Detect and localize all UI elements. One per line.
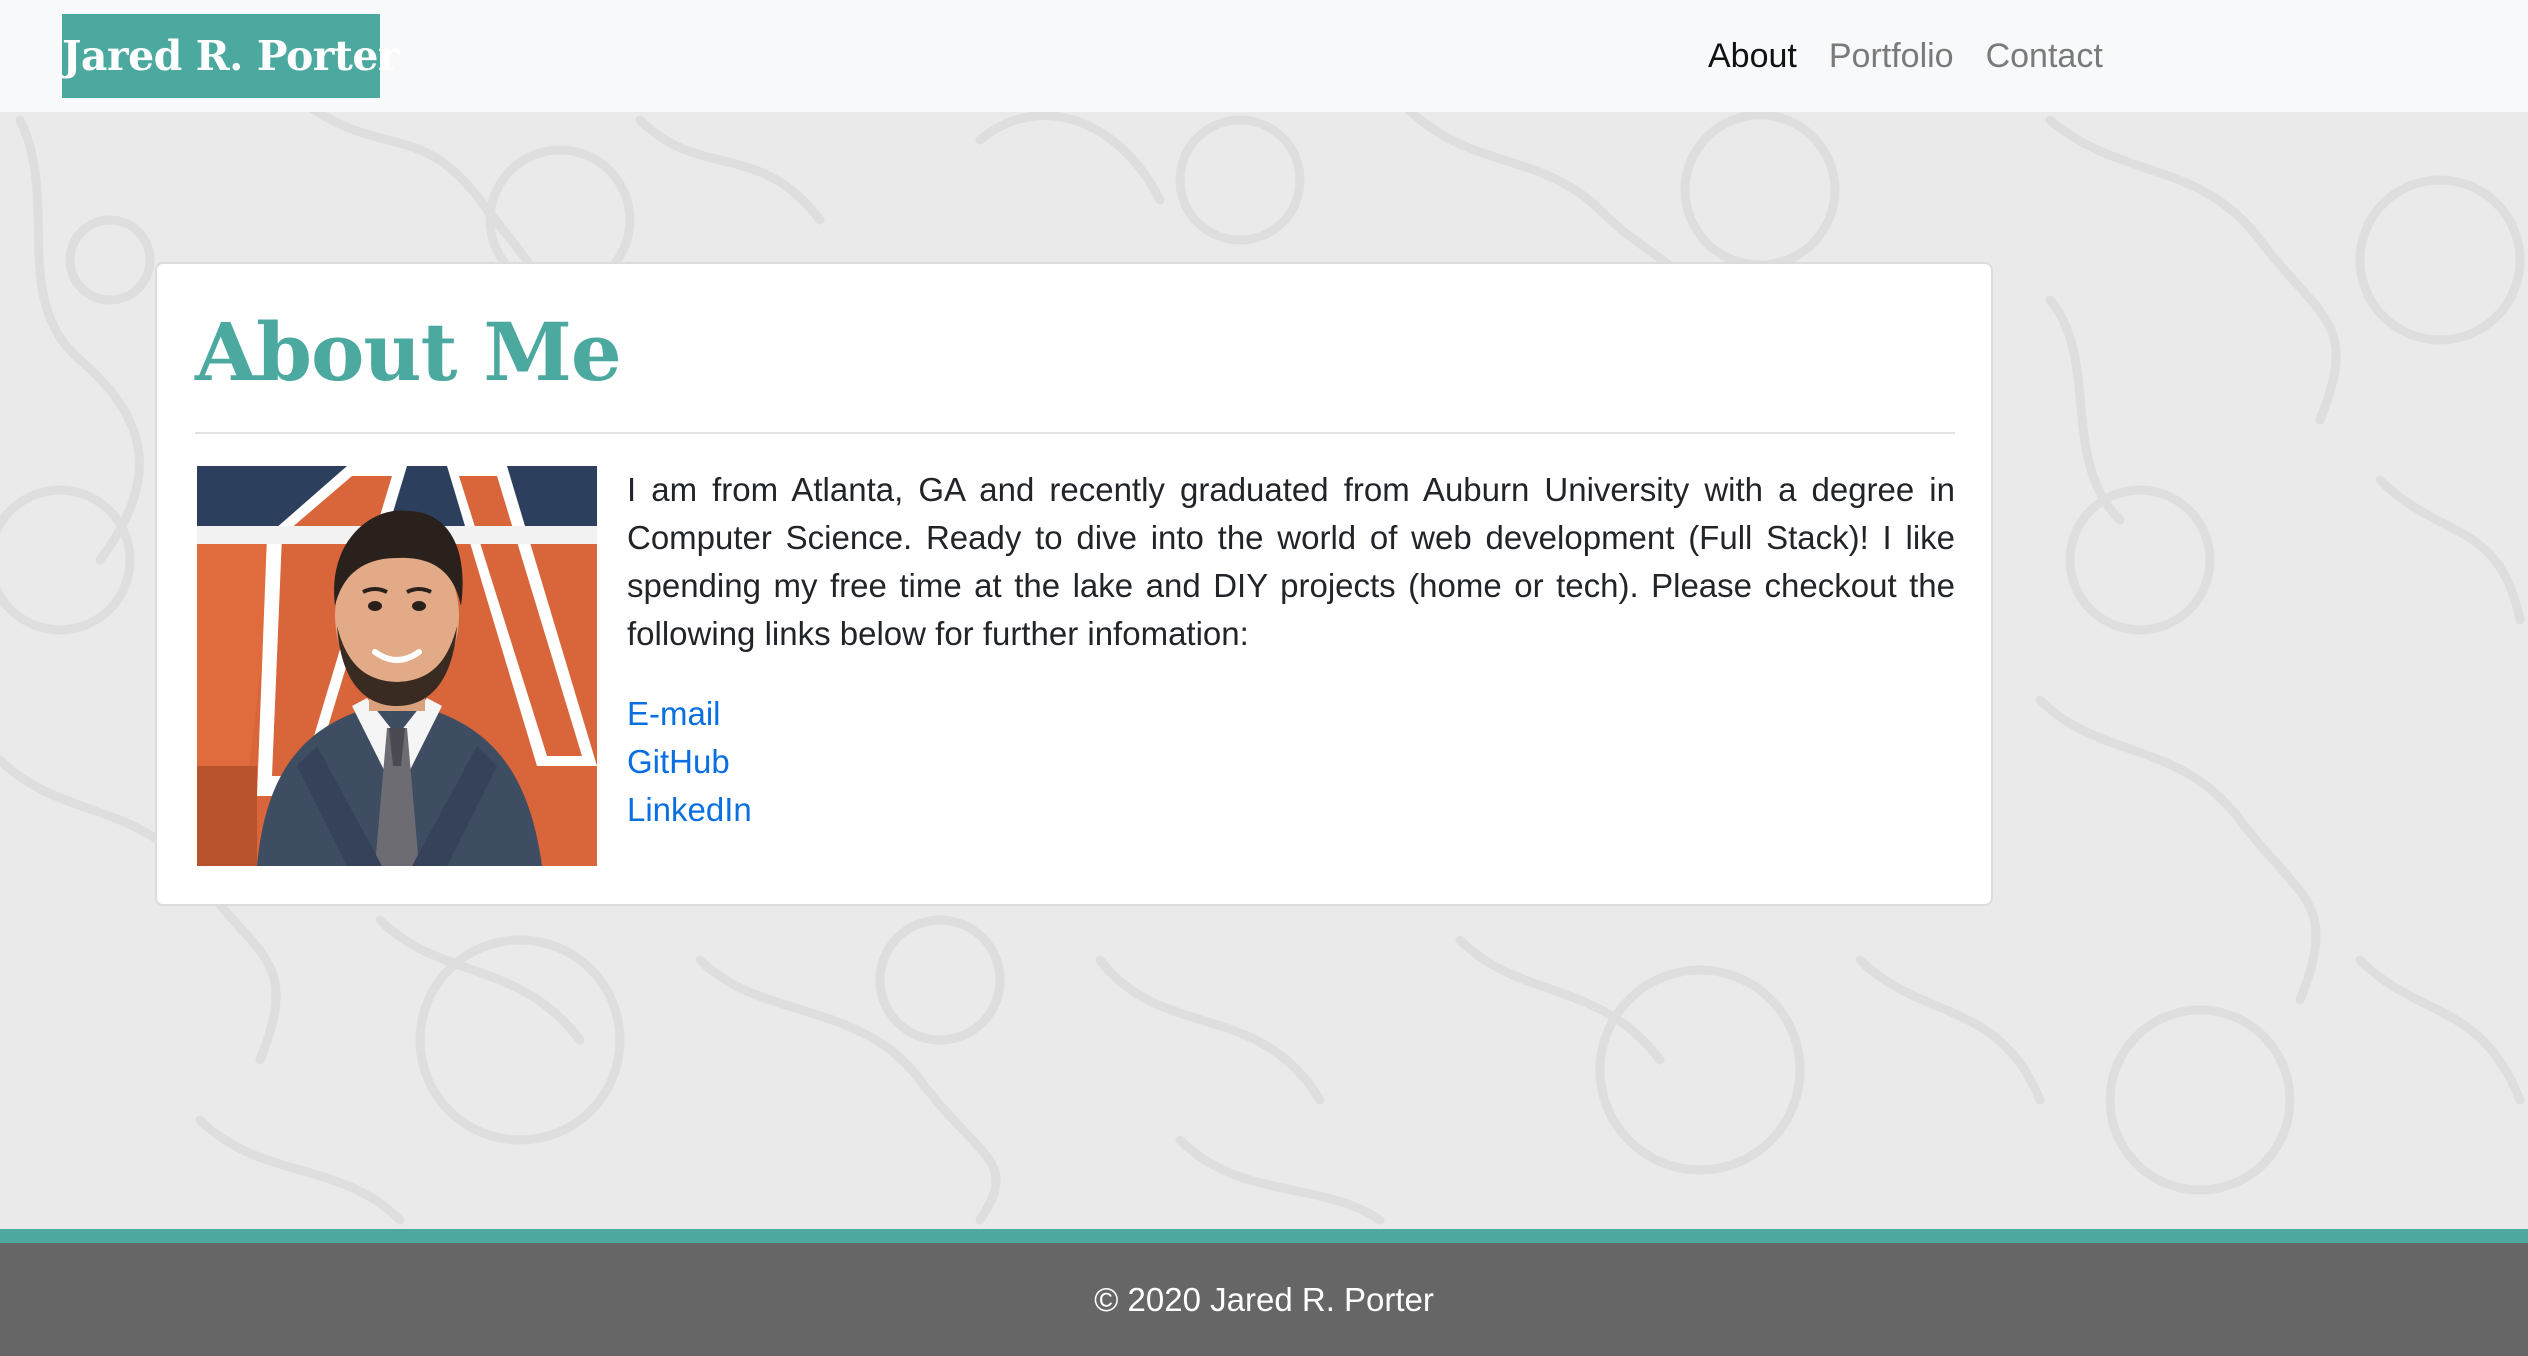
- bio-paragraph: I am from Atlanta, GA and recently gradu…: [627, 471, 1955, 652]
- profile-photo: [197, 466, 597, 866]
- footer-copyright: © 2020 Jared R. Porter: [1094, 1281, 1434, 1318]
- linkedin-link[interactable]: LinkedIn: [627, 791, 752, 828]
- contact-links-list: E-mail GitHub LinkedIn: [627, 690, 752, 834]
- list-item: E-mail: [627, 690, 752, 738]
- list-item: GitHub: [627, 738, 752, 786]
- github-link[interactable]: GitHub: [627, 743, 730, 780]
- nav-link-about[interactable]: About: [1708, 37, 1797, 76]
- footer: © 2020 Jared R. Porter: [0, 1243, 2528, 1356]
- nav-links: About Portfolio Contact: [1708, 30, 2135, 82]
- email-link[interactable]: E-mail: [627, 695, 721, 732]
- top-navbar: Jared R. Porter About Portfolio Contact: [0, 0, 2528, 112]
- brand-logo-link[interactable]: Jared R. Porter: [62, 14, 400, 98]
- page-title: About Me: [195, 305, 622, 399]
- footer-accent-bar: [0, 1229, 2528, 1243]
- list-item: LinkedIn: [627, 786, 752, 834]
- title-divider: [195, 432, 1955, 434]
- nav-link-portfolio[interactable]: Portfolio: [1829, 37, 1954, 76]
- about-card: About Me I am from Atlanta, GA and recen…: [155, 262, 1993, 906]
- nav-link-contact[interactable]: Contact: [1986, 37, 2103, 76]
